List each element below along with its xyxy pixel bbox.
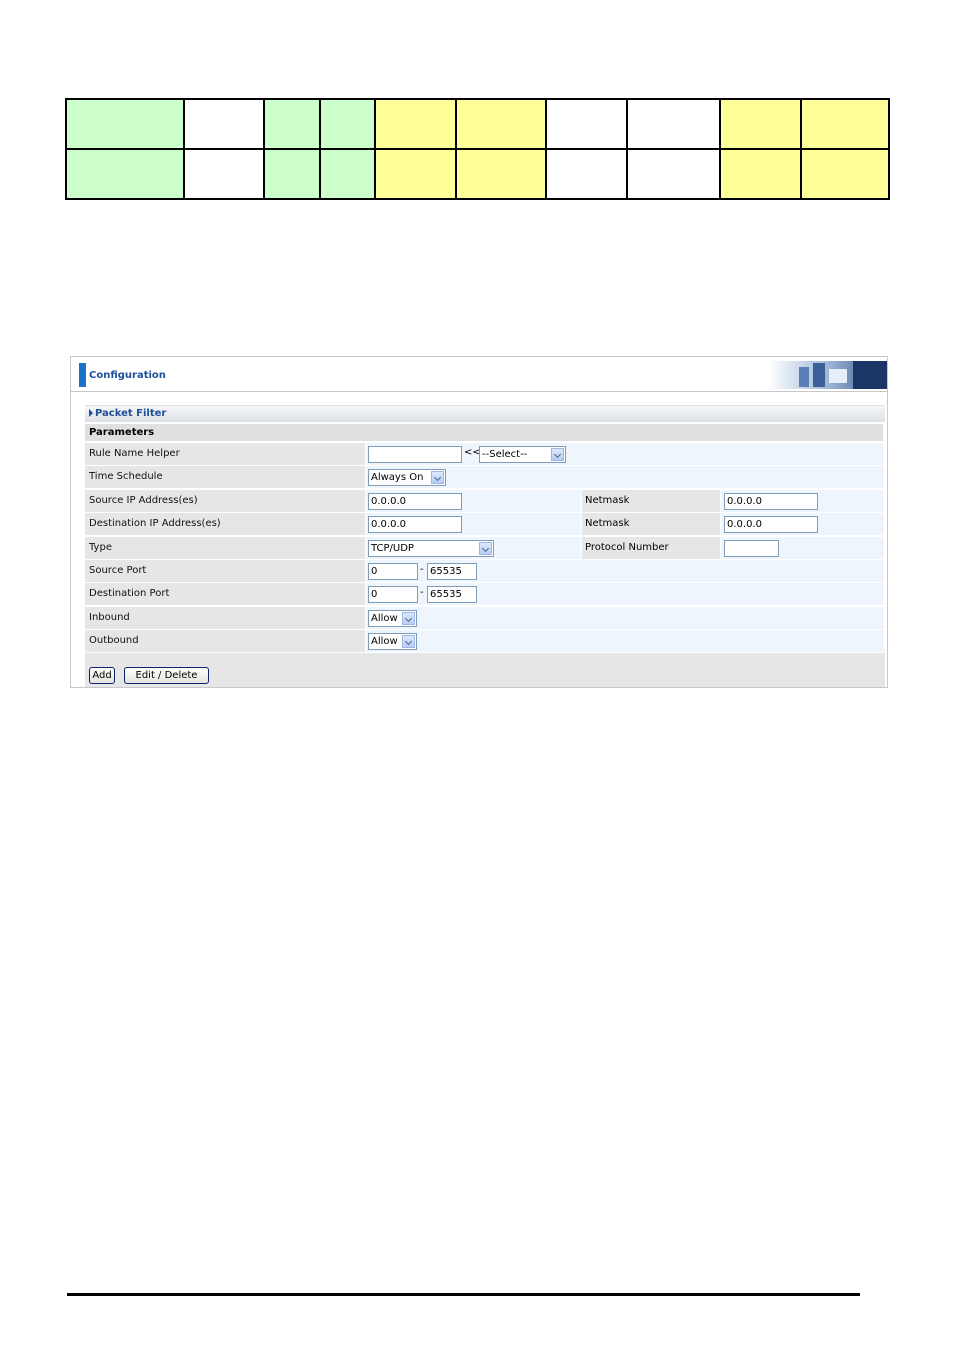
- page-title: Configuration: [89, 370, 166, 381]
- type-value: TCP/UDP: [371, 542, 414, 554]
- edit-delete-button[interactable]: Edit / Delete: [124, 667, 209, 684]
- cell-green: [319, 148, 376, 200]
- expand-arrow-icon: [89, 409, 93, 417]
- outbound-value: Allow: [371, 636, 398, 648]
- source-port-row: Source Port 0 - 65535: [85, 559, 885, 582]
- helper-select-value: --Select--: [482, 449, 528, 460]
- cell-yellow: [455, 98, 547, 150]
- parameters-heading: Parameters: [85, 424, 883, 441]
- chevron-down-icon[interactable]: [402, 635, 415, 649]
- inbound-select[interactable]: Allow: [368, 609, 417, 627]
- cell-yellow: [374, 98, 457, 150]
- destination-ip-input[interactable]: 0.0.0.0: [368, 516, 462, 534]
- color-legend-table: [65, 98, 890, 200]
- outbound-select[interactable]: Allow: [368, 633, 417, 651]
- source-netmask-label: Netmask: [582, 489, 720, 512]
- source-port-to-input[interactable]: 65535: [427, 562, 477, 580]
- inbound-row: Inbound Allow: [85, 606, 885, 629]
- cell-green: [65, 98, 185, 150]
- rule-name-input[interactable]: [368, 446, 462, 463]
- footer-rule: [67, 1293, 860, 1296]
- chevron-down-icon[interactable]: [479, 541, 492, 555]
- chevron-down-icon[interactable]: [551, 448, 564, 461]
- source-port-from-input[interactable]: 0: [368, 562, 418, 580]
- table-row: [65, 98, 890, 150]
- office-banner-icon: [769, 361, 887, 389]
- packet-filter-panel: Configuration Packet Filter Parameters R…: [70, 356, 888, 688]
- source-ip-row: Source IP Address(es) 0.0.0.0 Netmask 0.…: [85, 489, 885, 512]
- destination-port-row: Destination Port 0 - 65535: [85, 583, 885, 606]
- destination-netmask-input[interactable]: 0.0.0.0: [724, 516, 818, 534]
- config-header: Configuration: [71, 357, 887, 392]
- time-schedule-label: Time Schedule: [85, 466, 365, 489]
- cell-green: [65, 148, 185, 200]
- action-bar: Add Edit / Delete: [85, 653, 885, 687]
- destination-ip-label: Destination IP Address(es): [85, 513, 365, 536]
- port-range-dash: -: [420, 587, 424, 599]
- cell-white: [545, 148, 628, 200]
- section-title: Packet Filter: [95, 408, 167, 419]
- table-row: [65, 148, 890, 200]
- protocol-number-input[interactable]: [724, 539, 779, 557]
- type-label: Type: [85, 536, 365, 559]
- destination-port-label: Destination Port: [85, 583, 365, 606]
- cell-white: [183, 98, 265, 150]
- destination-netmask-label: Netmask: [582, 513, 720, 536]
- rule-name-row: Rule Name Helper << --Select--: [85, 443, 885, 465]
- inbound-label: Inbound: [85, 606, 365, 629]
- type-select[interactable]: TCP/UDP: [368, 539, 494, 557]
- rule-name-helper-select[interactable]: --Select--: [479, 446, 566, 463]
- destination-port-to-input[interactable]: 65535: [427, 586, 477, 604]
- protocol-number-label: Protocol Number: [582, 536, 720, 559]
- cell-yellow: [455, 148, 547, 200]
- inbound-value: Allow: [371, 612, 398, 624]
- cell-white: [183, 148, 265, 200]
- destination-ip-row: Destination IP Address(es) 0.0.0.0 Netma…: [85, 513, 885, 536]
- cell-green: [319, 98, 376, 150]
- time-schedule-select[interactable]: Always On: [368, 469, 446, 487]
- destination-port-from-input[interactable]: 0: [368, 586, 418, 604]
- add-button[interactable]: Add: [89, 667, 115, 684]
- header-accent-bar: [79, 363, 86, 387]
- time-schedule-value: Always On: [371, 472, 424, 484]
- source-port-label: Source Port: [85, 559, 365, 582]
- cell-white: [545, 98, 628, 150]
- cell-green: [263, 148, 321, 200]
- source-ip-label: Source IP Address(es): [85, 489, 365, 512]
- cell-yellow: [374, 148, 457, 200]
- chevron-down-icon[interactable]: [402, 611, 415, 625]
- cell-white: [626, 98, 721, 150]
- cell-yellow: [719, 148, 802, 200]
- port-range-dash: -: [420, 563, 424, 575]
- cell-yellow: [800, 98, 890, 150]
- rule-name-label: Rule Name Helper: [85, 443, 365, 465]
- source-netmask-input[interactable]: 0.0.0.0: [724, 492, 818, 510]
- packet-filter-section[interactable]: Packet Filter: [85, 405, 885, 422]
- source-ip-input[interactable]: 0.0.0.0: [368, 492, 462, 510]
- time-schedule-row: Time Schedule Always On: [85, 466, 885, 489]
- cell-yellow: [719, 98, 802, 150]
- cell-yellow: [800, 148, 890, 200]
- cell-green: [263, 98, 321, 150]
- cell-white: [626, 148, 721, 200]
- chevron-down-icon[interactable]: [431, 471, 444, 485]
- outbound-label: Outbound: [85, 630, 365, 653]
- type-row: Type TCP/UDP Protocol Number: [85, 536, 885, 559]
- outbound-row: Outbound Allow: [85, 630, 885, 653]
